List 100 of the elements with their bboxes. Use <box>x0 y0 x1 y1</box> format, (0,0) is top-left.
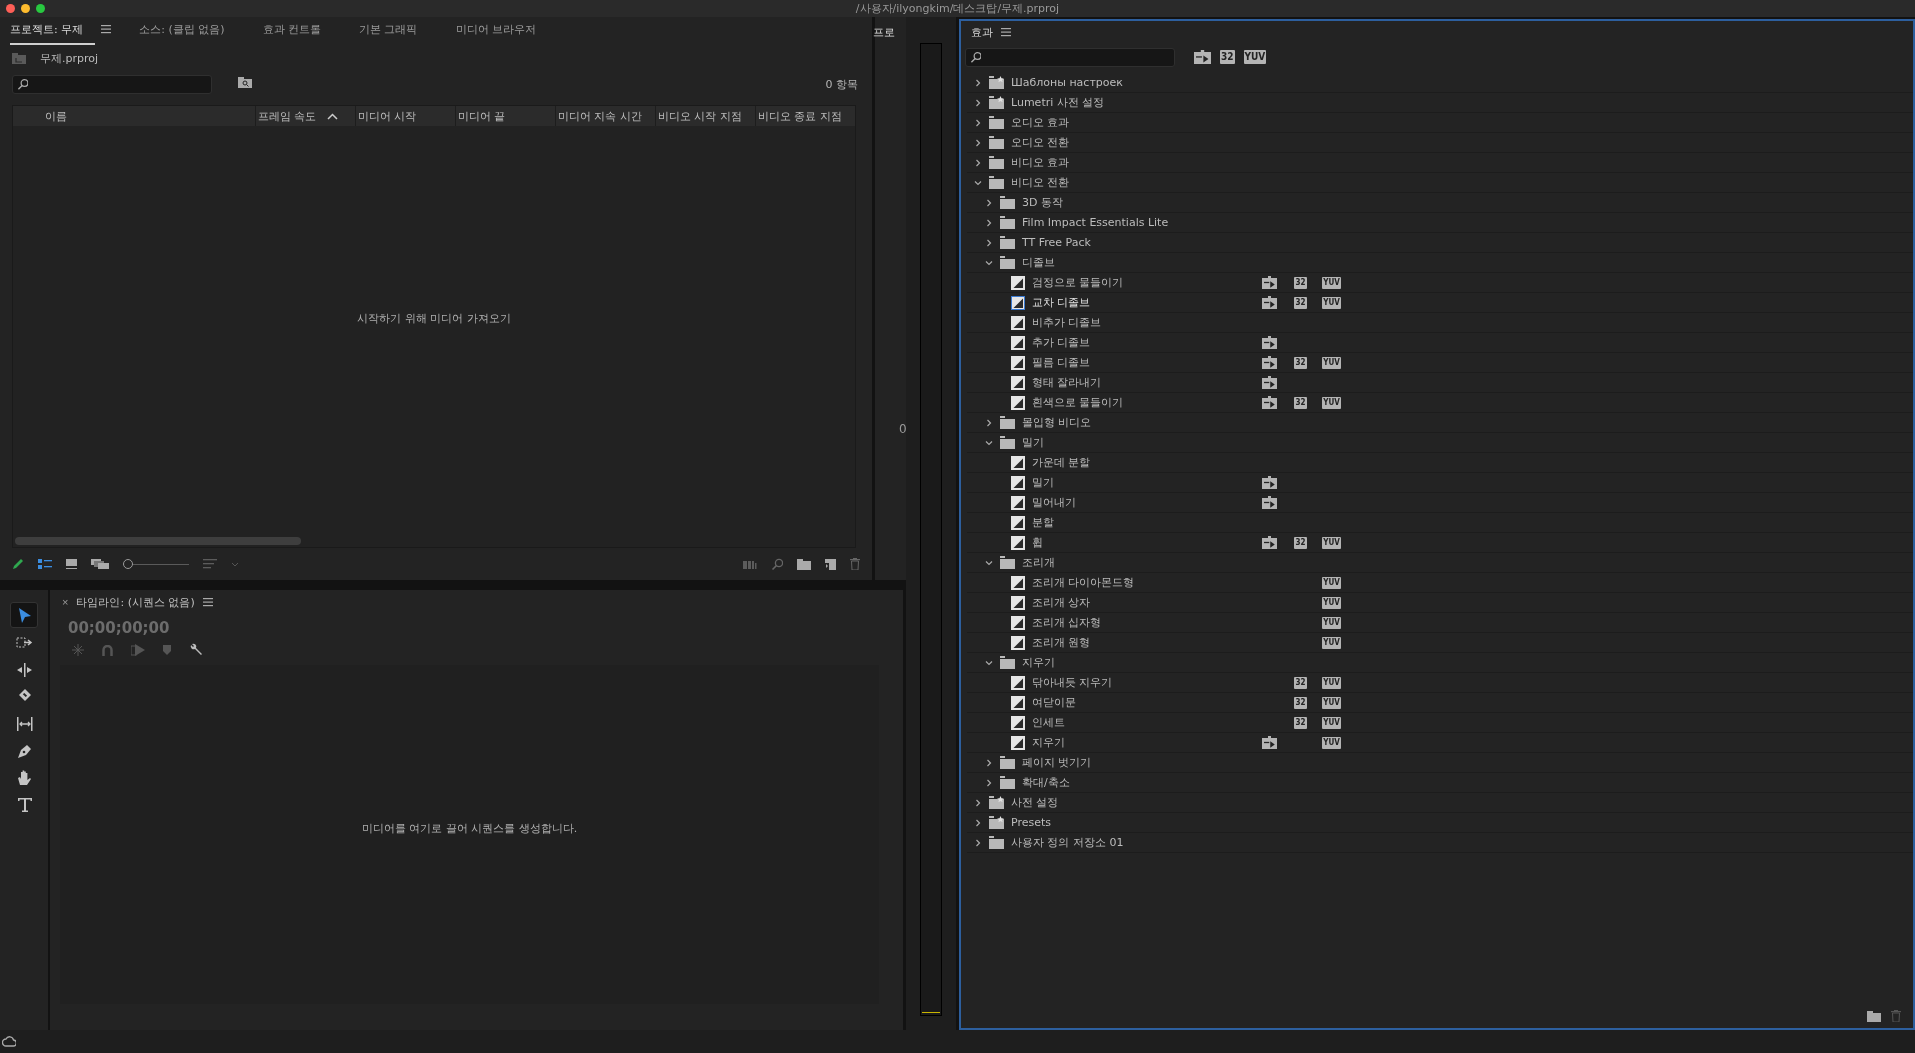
panel-tab[interactable]: 소스: (클립 없음) <box>139 22 237 45</box>
new-bin-icon[interactable] <box>797 558 811 570</box>
bit-depth-badge[interactable]: 32 <box>1220 50 1235 64</box>
tree-item[interactable]: 비디오 효과 <box>1011 155 1070 170</box>
tree-item[interactable]: Lumetri 사전 설정 <box>1011 95 1105 110</box>
tree-item[interactable]: 여닫이문 <box>1032 695 1076 710</box>
tree-item[interactable]: 검정으로 물들이기 <box>1032 275 1124 290</box>
tree-item[interactable]: 조리개 십자형 <box>1032 615 1102 630</box>
chevron-down-icon[interactable] <box>985 258 993 267</box>
tree-item[interactable]: 흰색으로 물들이기 <box>1032 395 1124 410</box>
icon-view-icon[interactable] <box>66 559 77 569</box>
chevron-right-icon[interactable] <box>974 818 982 827</box>
chevron-down-icon[interactable] <box>985 658 993 667</box>
tree-item[interactable]: 몰입형 비디오 <box>1022 415 1092 430</box>
close-button[interactable]: × <box>62 596 69 608</box>
column-header[interactable]: 미디어 끝 <box>458 108 506 124</box>
chevron-right-icon[interactable] <box>985 218 993 227</box>
panel-tab[interactable]: 미디어 브라우저 <box>455 22 548 45</box>
tree-item[interactable]: 페이지 벗기기 <box>1022 755 1092 770</box>
column-header[interactable]: 프레임 속도 <box>258 108 317 124</box>
menu-icon[interactable] <box>202 597 213 607</box>
column-header[interactable]: 미디어 시작 <box>358 108 417 124</box>
creative-cloud-icon[interactable] <box>2 1035 16 1048</box>
column-header[interactable]: 비디오 종료 지점 <box>758 108 842 124</box>
tree-item[interactable]: 비추가 디졸브 <box>1032 315 1102 330</box>
tree-item[interactable]: Film Impact Essentials Lite <box>1022 216 1169 229</box>
panel-tab[interactable]: 기본 그래픽 <box>359 22 430 45</box>
tree-item[interactable]: 3D 동작 <box>1022 195 1063 210</box>
tree-item[interactable]: 필름 디졸브 <box>1032 355 1091 370</box>
chevron-down-icon[interactable] <box>985 438 993 447</box>
menu-icon[interactable] <box>1001 27 1011 37</box>
zoom-slider[interactable] <box>123 559 189 569</box>
tree-item[interactable]: 휩 <box>1032 535 1043 550</box>
yuv-badge: YUV <box>1322 576 1341 589</box>
freeform-view-icon[interactable] <box>91 559 109 569</box>
panel-tab[interactable]: 프로 <box>872 25 895 40</box>
accelerated-effect-icon[interactable] <box>1194 50 1211 64</box>
chevron-right-icon[interactable] <box>985 198 993 207</box>
tree-item[interactable]: 형태 잘라내기 <box>1032 375 1102 390</box>
panel-tab[interactable]: 효과 컨트롤 <box>262 22 333 45</box>
wrench-icon[interactable] <box>189 643 203 657</box>
new-bin-icon[interactable] <box>1867 1010 1881 1022</box>
trash-icon[interactable] <box>850 558 860 570</box>
tree-item[interactable]: Шаблоны настроек <box>1011 76 1123 89</box>
tree-item[interactable]: 조리개 상자 <box>1032 595 1091 610</box>
tree-item[interactable]: 조리개 <box>1022 555 1055 570</box>
column-header[interactable]: 비디오 시작 지점 <box>658 108 742 124</box>
yuv-badge: YUV <box>1322 696 1341 709</box>
search-field[interactable] <box>12 74 212 94</box>
panel-tab[interactable]: 프로젝트: 무제 <box>10 22 96 45</box>
marker-icon[interactable] <box>163 645 171 655</box>
chevron-down-icon[interactable] <box>974 178 982 187</box>
chevron-right-icon[interactable] <box>974 78 982 87</box>
folder-icon <box>989 136 1004 149</box>
tree-item[interactable]: 밀기 <box>1032 475 1054 490</box>
pencil-icon[interactable] <box>12 558 24 570</box>
tree-item[interactable]: 오디오 전환 <box>1011 135 1070 150</box>
tree-item[interactable]: 교차 디졸브 <box>1032 295 1091 310</box>
tree-item[interactable]: 디졸브 <box>1022 255 1055 270</box>
folder-search-icon[interactable] <box>238 77 252 88</box>
chevron-right-icon[interactable] <box>985 238 993 247</box>
tree-item[interactable]: 지우기 <box>1022 655 1055 670</box>
panel-tab[interactable]: 효과 <box>971 24 993 40</box>
transition-icon[interactable] <box>1011 295 1025 310</box>
tree-item[interactable]: 인세트 <box>1032 715 1065 730</box>
tree-item[interactable]: 사전 설정 <box>1011 795 1059 810</box>
tree-item[interactable]: 밀어내기 <box>1032 495 1076 510</box>
tree-item[interactable]: 비디오 전환 <box>1011 175 1070 190</box>
tree-item[interactable]: 추가 디졸브 <box>1032 335 1091 350</box>
chevron-down-icon[interactable] <box>985 558 993 567</box>
new-item-icon[interactable] <box>825 558 836 570</box>
column-header[interactable]: 이름 <box>45 108 67 124</box>
tree-item[interactable]: Presets <box>1011 816 1052 829</box>
chevron-right-icon[interactable] <box>985 418 993 427</box>
column-header[interactable]: 미디어 지속 시간 <box>558 108 642 124</box>
chevron-right-icon[interactable] <box>974 138 982 147</box>
tree-item[interactable]: TT Free Pack <box>1022 236 1091 249</box>
chevron-right-icon[interactable] <box>974 118 982 127</box>
yuv-badge[interactable]: YUV <box>1243 50 1267 64</box>
search-field[interactable] <box>965 47 1175 67</box>
tree-item[interactable]: 조리개 다이아몬드형 <box>1032 575 1135 590</box>
scrollbar[interactable] <box>15 537 301 545</box>
tree-item[interactable]: 오디오 효과 <box>1011 115 1070 130</box>
tree-item[interactable]: 닦아내듯 지우기 <box>1032 675 1113 690</box>
menu-icon[interactable] <box>101 24 112 34</box>
chevron-right-icon[interactable] <box>974 158 982 167</box>
chevron-right-icon[interactable] <box>974 98 982 107</box>
search-icon[interactable] <box>771 558 783 570</box>
tree-item[interactable]: 분할 <box>1032 515 1054 530</box>
chevron-right-icon[interactable] <box>974 798 982 807</box>
tree-item[interactable]: 조리개 원형 <box>1032 635 1091 650</box>
chevron-right-icon[interactable] <box>985 758 993 767</box>
tree-item[interactable]: 가운데 분할 <box>1032 455 1091 470</box>
chevron-right-icon[interactable] <box>974 838 982 847</box>
tree-item[interactable]: 사용자 정의 저장소 01 <box>1011 835 1124 850</box>
tree-item[interactable]: 밀기 <box>1022 435 1044 450</box>
list-view-icon[interactable] <box>38 558 52 570</box>
tree-item[interactable]: 확대/축소 <box>1022 775 1070 790</box>
tree-item[interactable]: 지우기 <box>1032 735 1065 750</box>
chevron-right-icon[interactable] <box>985 778 993 787</box>
